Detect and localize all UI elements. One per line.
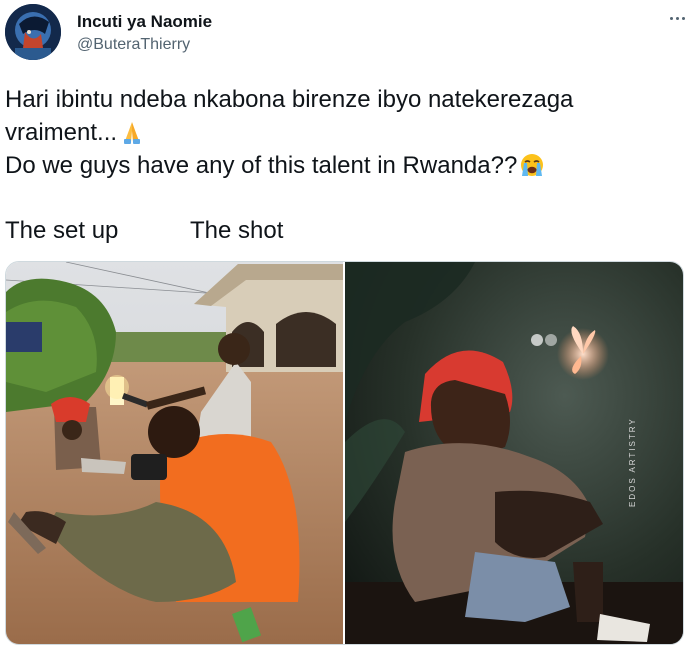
author-display-name[interactable]: Incuti ya Naomie xyxy=(77,12,212,32)
avatar[interactable] xyxy=(5,4,61,60)
tweet-text-line-1: Hari ibintu ndeba nkabona birenze ibyo n… xyxy=(5,86,574,146)
media-grid: EDOS ARTISTRY xyxy=(5,261,684,645)
tweet-text-line-2: Do we guys have any of this talent in Rw… xyxy=(5,152,518,179)
watermark-text: EDOS ARTISTRY xyxy=(628,417,637,507)
loudly-crying-face-emoji-icon xyxy=(519,152,545,178)
tweet-text: Hari ibintu ndeba nkabona birenze ibyo n… xyxy=(5,83,685,182)
tweet-header: Incuti ya Naomie @ButeraThierry xyxy=(5,4,695,64)
label-setup: The set up xyxy=(5,217,119,244)
photo-shot[interactable]: EDOS ARTISTRY xyxy=(345,262,683,644)
more-options-icon[interactable] xyxy=(665,10,689,26)
label-shot: The shot xyxy=(190,217,284,244)
author-handle[interactable]: @ButeraThierry xyxy=(77,35,212,55)
photo-setup[interactable] xyxy=(6,262,343,644)
folded-hands-emoji-icon xyxy=(119,119,145,145)
